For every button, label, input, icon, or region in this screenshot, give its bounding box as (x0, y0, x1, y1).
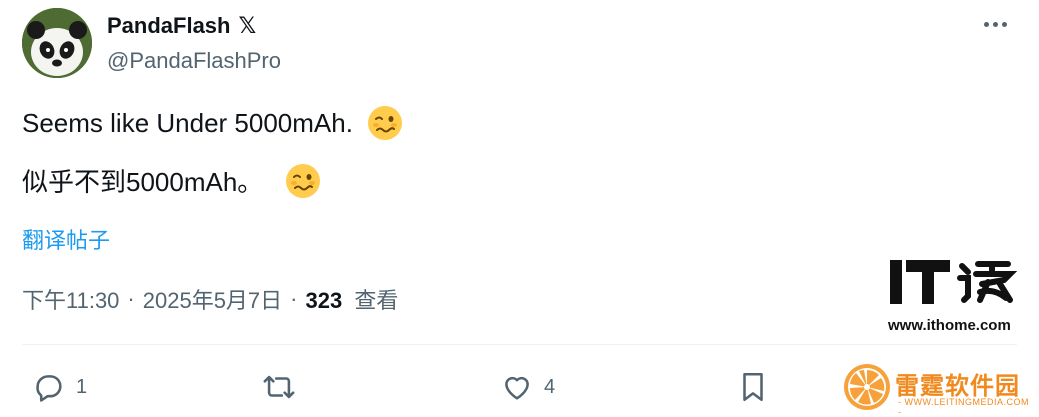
author-name-row: PandaFlash 𝕏 (107, 13, 256, 39)
author-name[interactable]: PandaFlash (107, 13, 230, 39)
leiting-url: - WWW.LEITINGMEDIA.COM - (898, 397, 1029, 417)
author-handle[interactable]: @PandaFlashPro (107, 48, 281, 74)
bookmark-button[interactable] (738, 370, 768, 404)
retweet-button[interactable] (262, 370, 306, 404)
tweet-meta: 下午11:30 · 2025年5月7日 · 323 查看 (22, 283, 398, 315)
orange-slice-logo (844, 364, 890, 410)
tweet-time[interactable]: 下午11:30 (22, 283, 119, 315)
tweet-text-chinese: 似乎不到5000mAh。 (22, 167, 264, 197)
reply-button[interactable]: 1 (32, 370, 87, 404)
heart-icon (505, 376, 529, 400)
x-logo-icon: 𝕏 (238, 13, 257, 39)
like-button[interactable]: 4 (500, 370, 555, 404)
ithome-url: www.ithome.com (888, 317, 1011, 334)
leiting-watermark: 雷霆软件园 - WWW.LEITINGMEDIA.COM - (840, 360, 1035, 417)
translate-post-link[interactable]: 翻译帖子 (22, 223, 110, 255)
reply-count: 1 (76, 375, 88, 398)
tweet-text-english: Seems like Under 5000mAh. (22, 107, 353, 138)
tweet-date[interactable]: 2025年5月7日 (143, 283, 282, 315)
divider (22, 344, 1017, 345)
ithome-watermark: www.ithome.com (888, 254, 1028, 344)
meta-separator: · (127, 286, 135, 311)
leiting-title: 雷霆软件园 (895, 373, 1020, 400)
views-count[interactable]: 323 (306, 288, 343, 313)
like-count: 4 (544, 375, 556, 398)
tweet-text-line-1: Seems like Under 5000mAh. (22, 105, 403, 141)
retweet-icon (263, 375, 295, 399)
more-options-icon[interactable] (984, 12, 1007, 36)
woozy-face-icon (286, 163, 321, 198)
views-label[interactable]: 查看 (354, 288, 398, 313)
avatar[interactable] (22, 8, 92, 78)
ithome-logo (890, 260, 1018, 304)
bookmark-icon (743, 372, 763, 402)
tweet-text-line-2: 似乎不到5000mAh。 (22, 162, 321, 199)
woozy-face-icon (367, 106, 402, 140)
meta-separator: · (290, 286, 298, 311)
reply-icon (36, 375, 62, 402)
